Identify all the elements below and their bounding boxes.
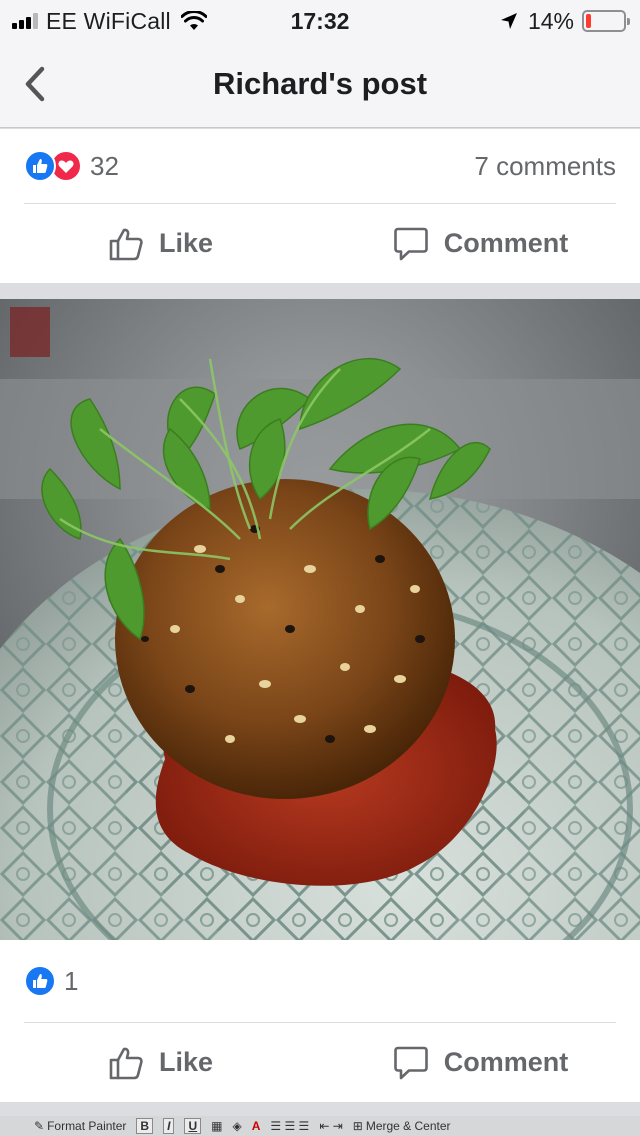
battery-icon: [582, 10, 630, 32]
photo-reactions-summary[interactable]: 1: [24, 940, 616, 1022]
borders-icon: ▦: [211, 1119, 223, 1133]
italic-label: I: [163, 1118, 175, 1134]
reaction-icons: [24, 150, 82, 182]
food-photo-image: [0, 299, 640, 940]
photo-action-bar: Like Comment: [0, 1023, 640, 1102]
font-color-icon: A: [251, 1119, 261, 1133]
next-post-preview-toolbar: ✎ Format Painter B I U ▦ ◈ A ☰ ☰ ☰ ⇤ ⇥ ⊞…: [0, 1116, 640, 1136]
comment-label: Comment: [443, 228, 569, 258]
post-photo[interactable]: [0, 299, 640, 940]
photo-reaction-icons: [24, 965, 56, 997]
reactions-summary[interactable]: 32 7 comments: [24, 129, 616, 203]
align-icon: ☰ ☰ ☰: [270, 1119, 310, 1133]
location-arrow-icon: [500, 13, 517, 29]
reaction-count: 32: [90, 150, 119, 181]
photo-like-button[interactable]: Like: [0, 1023, 320, 1102]
like-reaction-icon: [24, 965, 56, 997]
bold-label: B: [136, 1118, 154, 1134]
post-action-bar: Like Comment: [0, 204, 640, 283]
merge-center-label: Merge & Center: [365, 1119, 451, 1133]
page-title: Richard's post: [212, 66, 428, 101]
comment-bubble-icon: [393, 1046, 428, 1079]
comments-count-link[interactable]: 7 comments: [474, 151, 616, 182]
photo-comment-button[interactable]: Comment: [320, 1023, 640, 1102]
thumbs-up-icon: [109, 1047, 143, 1079]
comment-label: Comment: [443, 1047, 569, 1077]
like-button[interactable]: Like: [0, 204, 320, 283]
photo-actions-card: 1 Like Comment: [0, 940, 640, 1102]
paintbrush-icon: ✎: [34, 1119, 45, 1133]
navigation-bar: Richard's post: [0, 42, 640, 128]
thumbs-up-icon: [109, 228, 143, 260]
like-reaction-icon: [24, 150, 56, 182]
status-bar: EE WiFiCall 17:32 14%: [0, 0, 640, 42]
battery-level: [586, 14, 591, 28]
merge-center-item: ⊞ Merge & Center: [353, 1119, 451, 1133]
merge-icon: ⊞: [352, 1119, 363, 1133]
like-label: Like: [158, 228, 214, 258]
format-painter-label: Format Painter: [47, 1119, 127, 1133]
underline-label: U: [184, 1118, 202, 1134]
photo-reaction-count: 1: [64, 965, 79, 996]
status-right: 14%: [500, 7, 630, 34]
like-label: Like: [158, 1047, 214, 1077]
indent-icon: ⇤ ⇥: [319, 1119, 343, 1133]
fill-color-icon: ◈: [232, 1119, 242, 1133]
post-actions-card: 32 7 comments Like Comment: [0, 129, 640, 283]
comment-button[interactable]: Comment: [320, 204, 640, 283]
comment-bubble-icon: [393, 227, 428, 260]
format-painter-item: ✎ Format Painter: [34, 1119, 126, 1133]
battery-percent: 14%: [527, 7, 574, 34]
